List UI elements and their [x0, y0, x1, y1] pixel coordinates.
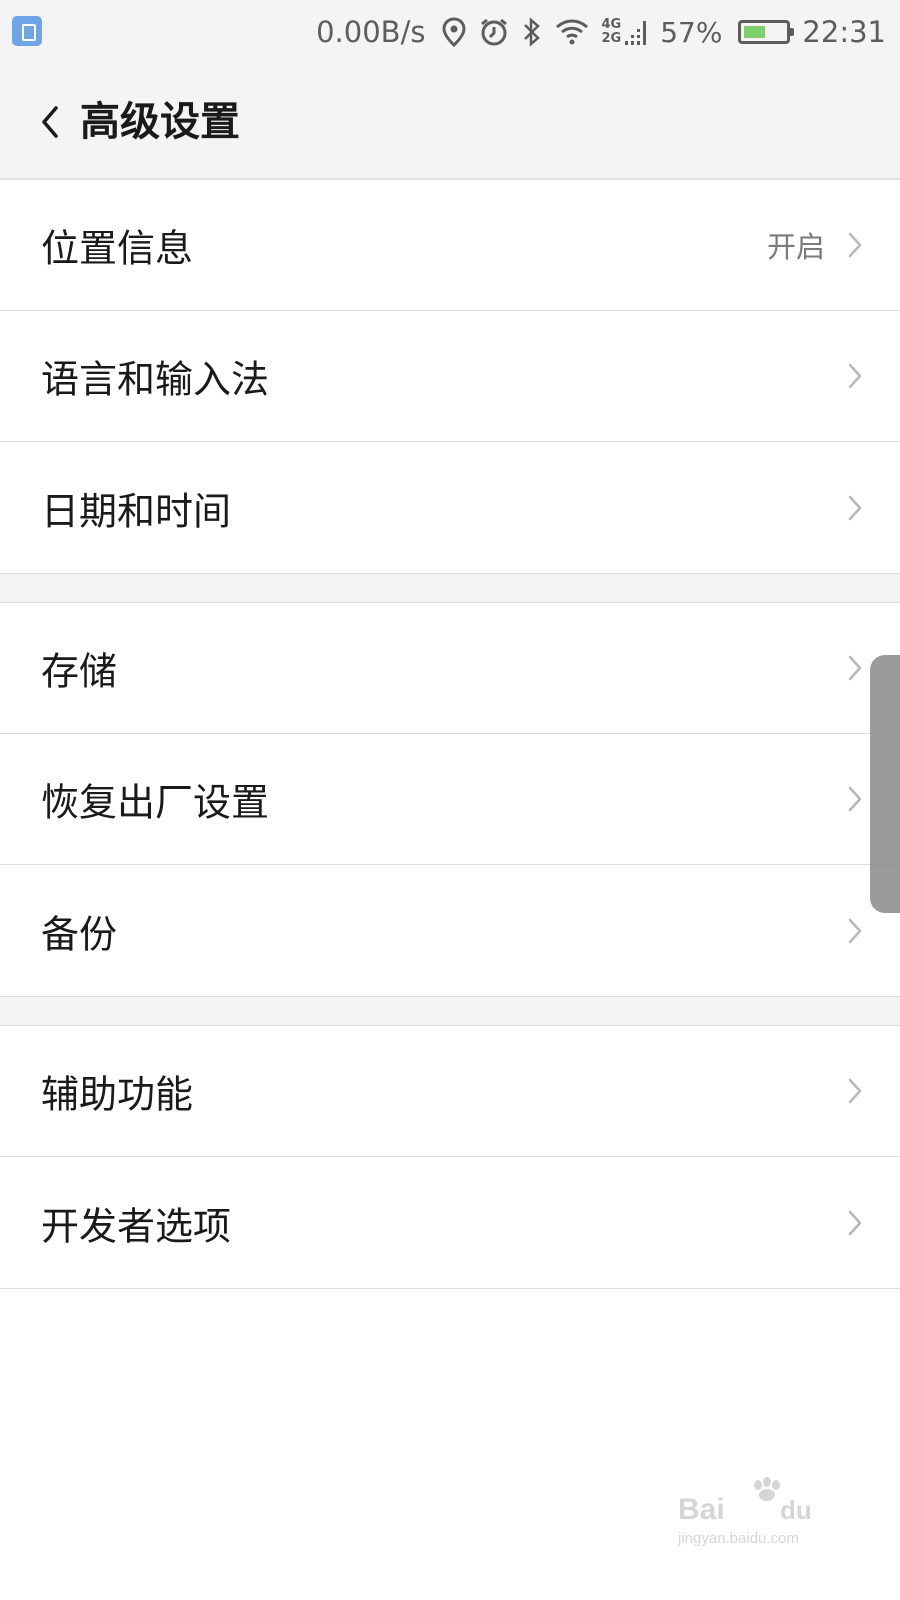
bluetooth-icon: [524, 17, 541, 47]
app-header: 高级设置: [0, 64, 900, 180]
status-icons: 0.00B/s 4G 2G 57% 22:31: [316, 10, 886, 54]
baidu-jingyan-watermark: Bai du jingyan.baidu.com: [677, 1477, 812, 1547]
signal-label-4g: 4G: [601, 17, 622, 32]
setting-location[interactable]: 位置信息 开启: [0, 180, 900, 311]
signal-label-2g: 2G: [601, 31, 622, 46]
setting-storage[interactable]: 存储: [0, 603, 900, 734]
setting-factory-reset[interactable]: 恢复出厂设置: [0, 734, 900, 865]
battery-fill: [744, 26, 765, 38]
signal-icon: 4G 2G: [601, 17, 648, 47]
setting-label: 存储: [41, 649, 118, 694]
status-bar: 0.00B/s 4G 2G 57% 22:31: [0, 0, 900, 64]
chevron-right-icon: [848, 1078, 862, 1104]
chevron-right-icon: [848, 232, 862, 258]
svg-text:Bai: Bai: [678, 1493, 725, 1526]
network-speed: 0.00B/s: [316, 15, 426, 49]
setting-backup[interactable]: 备份: [0, 865, 900, 996]
chevron-right-icon: [848, 495, 862, 520]
setting-accessibility[interactable]: 辅助功能: [0, 1026, 900, 1157]
setting-label: 辅助功能: [41, 1072, 194, 1117]
settings-list: 位置信息 开启 语言和输入法 日期和时间 存储 恢复出厂设置 备份 辅助功能 开…: [0, 180, 900, 1289]
battery-percent: 57%: [660, 15, 723, 49]
setting-label: 语言和输入法: [41, 357, 270, 402]
back-button[interactable]: [28, 94, 74, 150]
location-icon: [442, 17, 466, 47]
clock: 22:31: [802, 15, 886, 49]
setting-label: 恢复出厂设置: [41, 780, 270, 825]
setting-developer-options[interactable]: 开发者选项: [0, 1157, 900, 1288]
svg-text:jingyan.baidu.com: jingyan.baidu.com: [677, 1530, 799, 1547]
setting-label: 位置信息: [41, 226, 194, 271]
list-end-divider: [0, 1288, 900, 1289]
svg-text:du: du: [780, 1495, 812, 1525]
setting-label: 备份: [41, 912, 118, 956]
alarm-icon: [481, 18, 508, 46]
setting-label: 开发者选项: [41, 1204, 232, 1248]
settings-group-1: 位置信息 开启 语言和输入法 日期和时间: [0, 180, 900, 573]
setting-value: 开启: [766, 230, 825, 264]
section-divider: [0, 573, 900, 603]
wifi-icon: [556, 19, 589, 45]
scroll-handle[interactable]: [870, 655, 900, 913]
chevron-right-icon: [848, 786, 862, 812]
chevron-left-icon: [42, 106, 58, 138]
chevron-right-icon: [848, 918, 862, 943]
chevron-right-icon: [848, 655, 862, 681]
setting-label: 日期和时间: [41, 489, 232, 533]
setting-language-input[interactable]: 语言和输入法: [0, 311, 900, 442]
settings-group-3: 辅助功能 开发者选项: [0, 1026, 900, 1288]
page-title: 高级设置: [80, 99, 240, 145]
settings-group-2: 存储 恢复出厂设置 备份: [0, 603, 900, 996]
chevron-right-icon: [848, 1210, 862, 1235]
setting-date-time[interactable]: 日期和时间: [0, 442, 900, 573]
battery-icon: [738, 20, 795, 44]
chevron-right-icon: [848, 363, 862, 389]
section-divider: [0, 996, 900, 1026]
app-notification-icon: [12, 16, 42, 46]
